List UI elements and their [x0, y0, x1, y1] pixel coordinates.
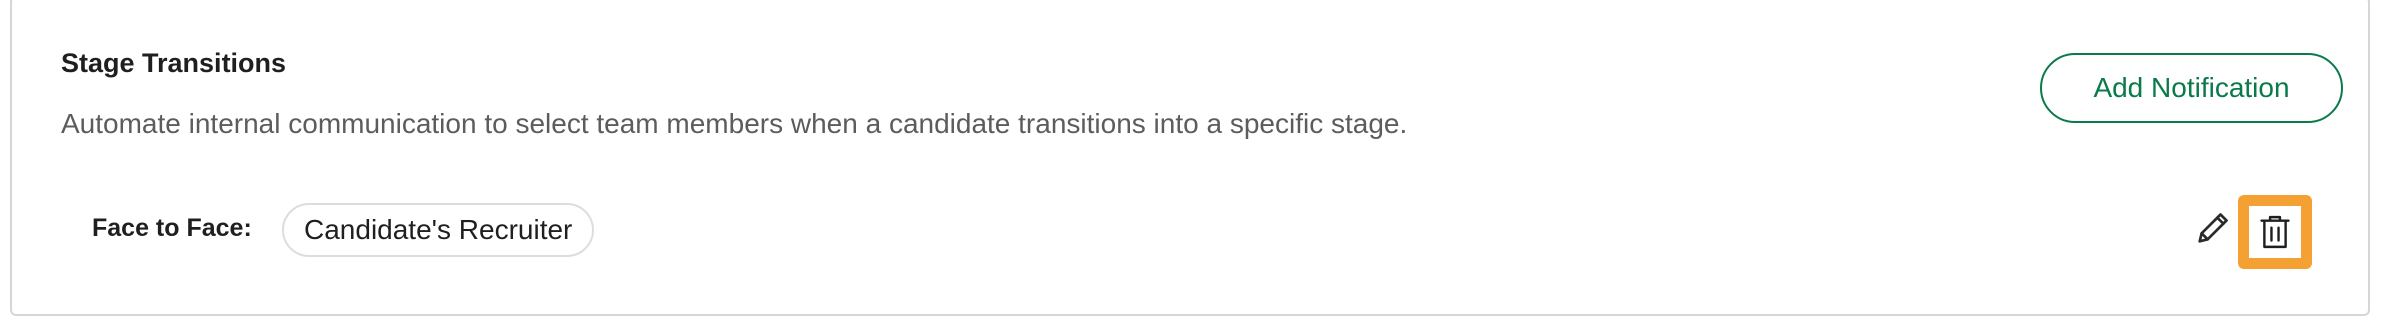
pencil-icon — [2193, 208, 2233, 251]
recipient-chip: Candidate's Recruiter — [282, 203, 595, 257]
stage-label: Face to Face: — [92, 214, 252, 242]
add-notification-button[interactable]: Add Notification — [2040, 53, 2343, 123]
delete-button[interactable] — [2238, 195, 2312, 269]
edit-button[interactable] — [2190, 206, 2236, 252]
stage-transitions-panel: Stage Transitions Automate internal comm… — [10, 0, 2370, 316]
trash-icon — [2249, 206, 2301, 258]
section-title: Stage Transitions — [61, 48, 287, 78]
section-description: Automate internal communication to selec… — [61, 108, 1408, 139]
recipient-chip-label: Candidate's Recruiter — [304, 214, 573, 245]
